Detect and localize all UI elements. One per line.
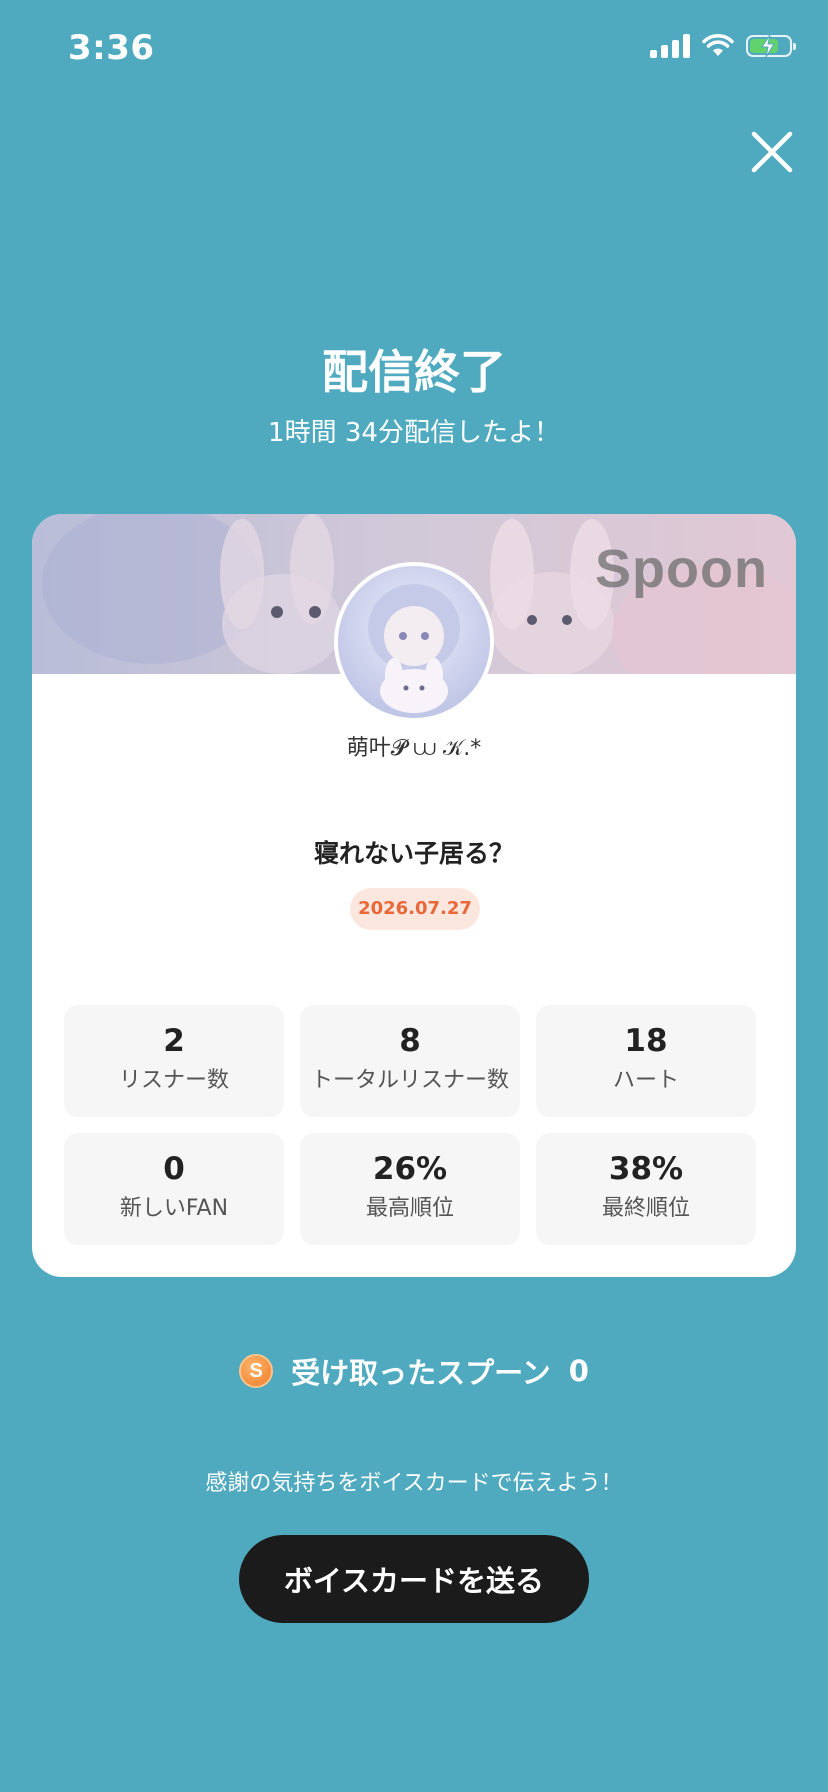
stat-label: 新しいFAN <box>119 1196 229 1221</box>
spoon-coin-icon: S <box>239 1354 274 1388</box>
stat-value: 38% <box>608 1151 684 1187</box>
close-icon[interactable] <box>748 128 796 176</box>
cast-title: 寝れない子居る？ <box>313 839 514 868</box>
stat-total-listeners: 8 トータルリスナー数 <box>300 1005 520 1117</box>
stat-best-rank: 26% 最高順位 <box>300 1133 520 1245</box>
stat-listeners: 2 リスナー数 <box>64 1005 284 1117</box>
thanks-text: 感謝の気持ちをボイスカードで伝えよう！ <box>205 1471 623 1496</box>
stat-label: 最終順位 <box>601 1196 690 1221</box>
spoon-received-count: 0 <box>568 1354 589 1388</box>
stat-value: 2 <box>163 1023 185 1059</box>
send-voice-card-button[interactable]: ボイスカードを送る <box>239 1535 589 1623</box>
duration-subtitle: 1時間 34分配信したよ！ <box>268 418 560 448</box>
avatar[interactable] <box>334 562 494 722</box>
page-title: 配信終了 <box>322 345 506 399</box>
stat-label: トータルリスナー数 <box>310 1068 509 1093</box>
spoon-logo: Spoon <box>595 539 768 599</box>
stat-value: 0 <box>163 1151 185 1187</box>
username: 萌叶𝓟 ⩊ 𝒦.* <box>346 736 482 761</box>
stat-hearts: 18 ハート <box>536 1005 756 1117</box>
stat-value: 8 <box>399 1023 421 1059</box>
stat-label: リスナー数 <box>118 1068 229 1093</box>
cast-summary-card: Spoon 萌叶𝓟 ⩊ 𝒦.* 寝れない子居る？ 2026.07.27 2 リス… <box>32 514 796 1277</box>
stat-final-rank: 38% 最終順位 <box>536 1133 756 1245</box>
status-bar: 3:36 <box>0 0 828 100</box>
spoon-received: S 受け取ったスプーン 0 <box>0 1350 828 1392</box>
status-time: 3:36 <box>68 28 155 68</box>
stat-value: 26% <box>372 1151 448 1187</box>
stat-label: 最高順位 <box>365 1196 454 1221</box>
wifi-icon <box>702 34 734 56</box>
date-badge: 2026.07.27 <box>350 888 480 930</box>
spoon-received-label: 受け取ったスプーン <box>291 1356 551 1390</box>
stat-value: 18 <box>624 1023 668 1059</box>
signal-icon <box>650 34 690 58</box>
stat-new-fans: 0 新しいFAN <box>64 1133 284 1245</box>
status-icons <box>650 34 796 58</box>
stat-label: ハート <box>612 1068 679 1093</box>
battery-charging-icon <box>746 34 796 58</box>
